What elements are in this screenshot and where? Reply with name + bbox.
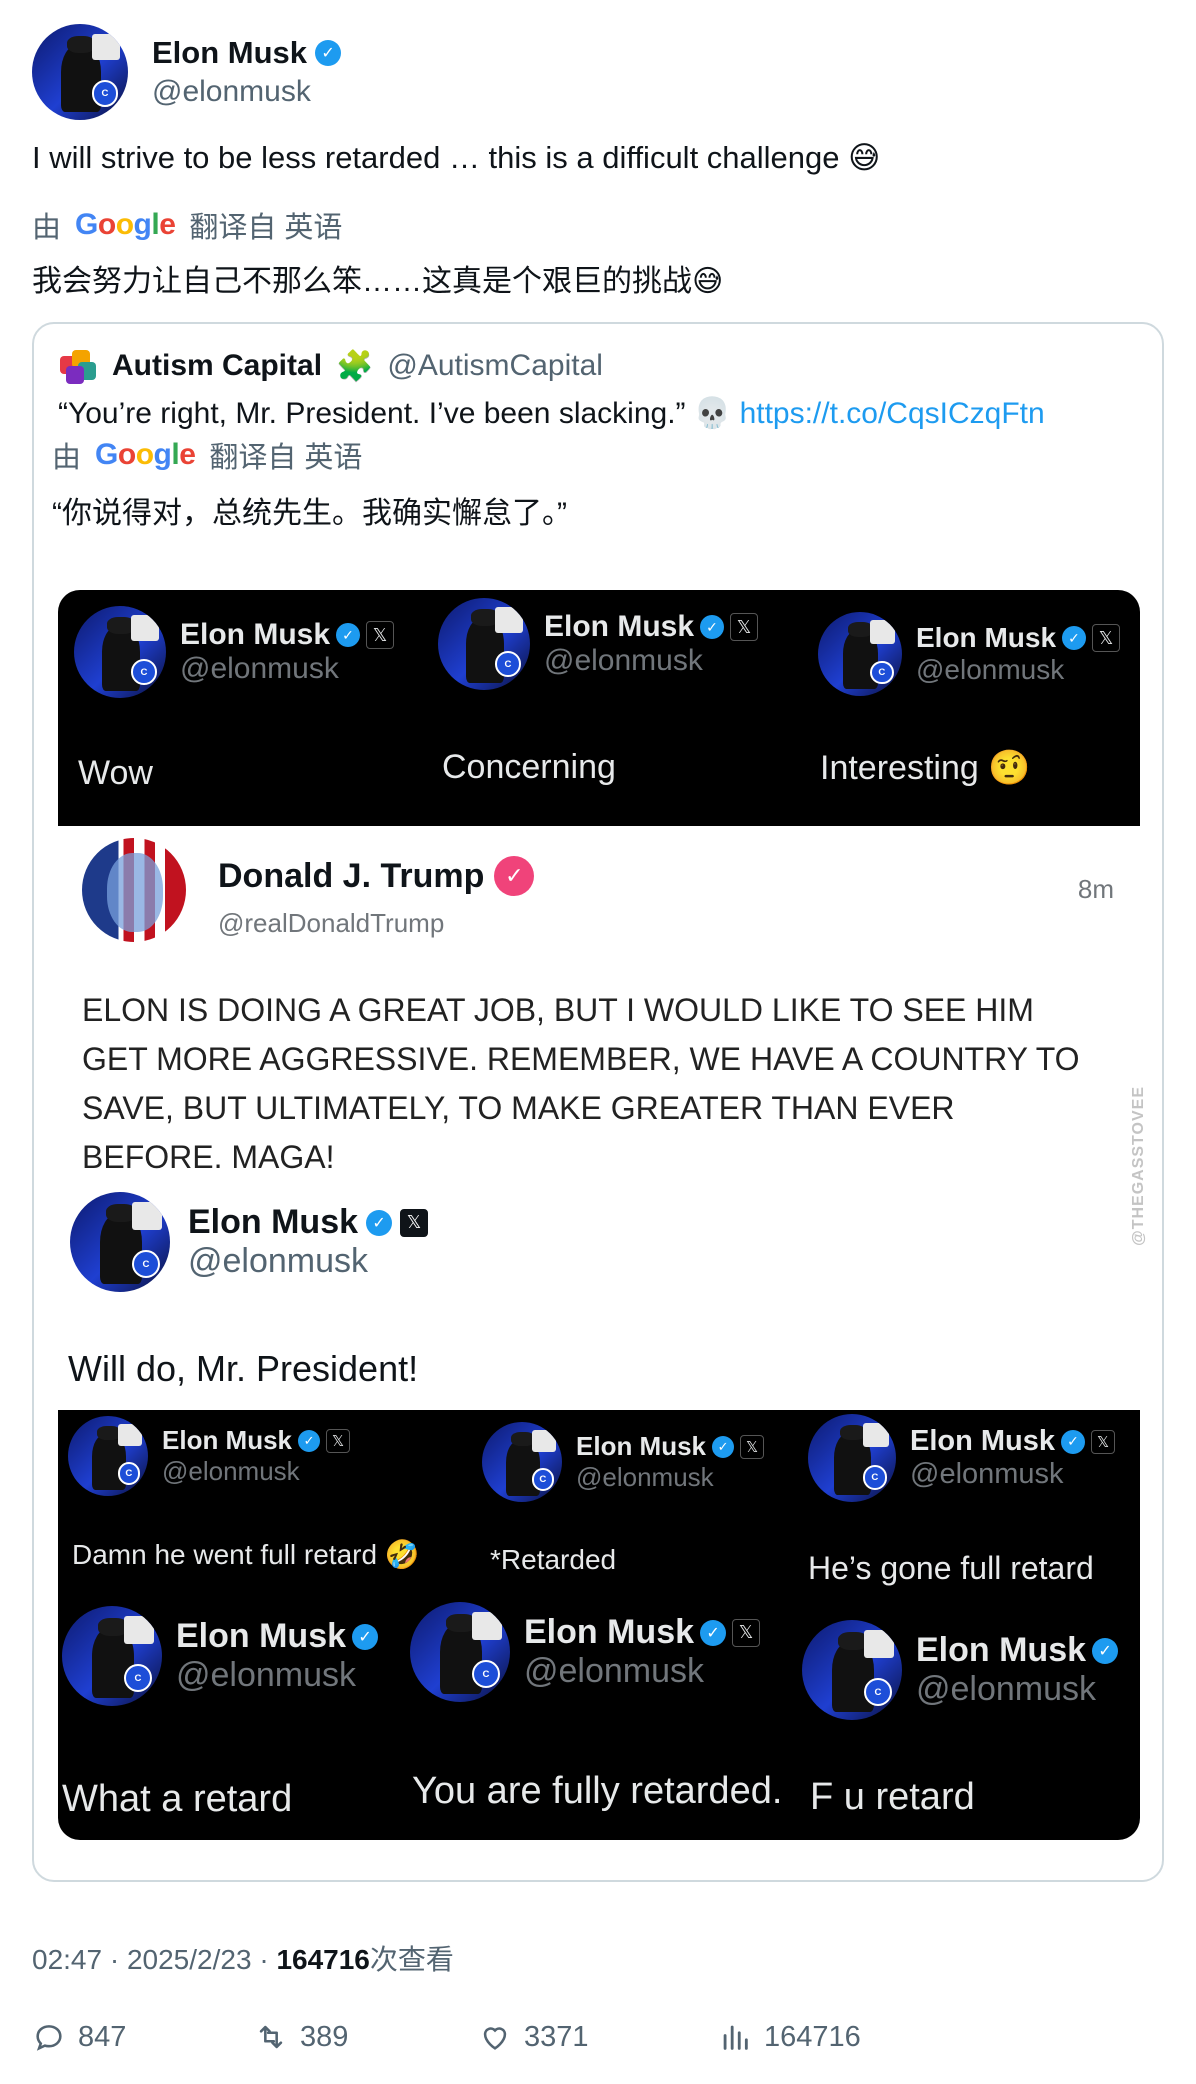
caption-text: *Retarded — [490, 1544, 617, 1575]
avatar: C — [802, 1620, 902, 1720]
avatar: C — [70, 1192, 170, 1292]
quote-link[interactable]: https://t.co/CqsICzqFtn — [740, 397, 1045, 430]
x-logo-icon: 𝕏 — [732, 1618, 761, 1647]
avatar: C — [482, 1422, 562, 1502]
reply-icon — [36, 2025, 62, 2051]
trump-timestamp: 8m — [1077, 874, 1114, 904]
reply-button[interactable]: 847 — [32, 2020, 254, 2054]
verified-badge-icon: ✓ — [315, 40, 342, 66]
verified-badge-icon: ✓ — [298, 1429, 321, 1452]
view-count: 164716 — [276, 1944, 370, 1975]
verified-badge-icon: ✓ — [336, 623, 361, 647]
caption-text: You are fully retarded. — [412, 1770, 783, 1812]
trump-name-row: Donald J. Trump ✓ — [218, 856, 535, 896]
avatar: C — [410, 1602, 510, 1702]
retweet-count: 389 — [300, 2020, 349, 2053]
quote-image-top[interactable]: C Elon Musk ✓ 𝕏 @elonmusk C Elon Musk ✓ 𝕏 @elo… — [58, 590, 1140, 826]
tweet-date[interactable]: 2025/2/23 — [127, 1944, 252, 1975]
x-logo-icon: 𝕏 — [326, 1428, 351, 1453]
caption-text: What a retard — [62, 1778, 293, 1820]
x-logo-icon: 𝕏 — [740, 1434, 765, 1459]
verified-badge-icon: ✓ — [700, 615, 725, 639]
mini-tweet: C Elon Musk ✓ 𝕏 @elonmusk — [818, 612, 1121, 696]
trump-handle: @realDonaldTrump — [218, 908, 445, 938]
avatar: C — [818, 612, 902, 696]
analytics-icon — [723, 2025, 748, 2050]
translated-text: 我会努力让自己不那么笨……这真是个艰巨的挑战😅 — [32, 265, 724, 298]
avatar: C — [68, 1416, 148, 1496]
caption-text: Damn he went full retard 🤣 — [72, 1539, 420, 1570]
autism-capital-avatar[interactable] — [58, 346, 98, 386]
quote-author-handle[interactable]: @AutismCapital — [387, 349, 603, 383]
mini-tweet: C Elon Musk ✓ 𝕏 @elonmusk — [68, 1416, 351, 1496]
x-logo-icon: 𝕏 — [400, 1208, 429, 1237]
verified-badge-icon: ✓ — [700, 1619, 727, 1646]
mini-tweet: C Elon Musk ✓ 𝕏 @elonmusk — [808, 1414, 1116, 1502]
avatar: C — [62, 1606, 162, 1706]
translation-attribution: 由 Google 翻译自 英语 — [32, 208, 343, 244]
like-button[interactable]: 3371 — [478, 2020, 718, 2054]
author-name-row[interactable]: Elon Musk ✓ — [152, 35, 342, 71]
verified-badge-icon: ✓ — [1062, 626, 1087, 650]
x-logo-icon: 𝕏 — [366, 621, 395, 649]
x-logo-icon: 𝕏 — [730, 613, 759, 641]
tweet-header: C Elon Musk ✓ @elonmusk — [32, 24, 342, 120]
author-avatar[interactable]: C — [32, 24, 128, 120]
trump-avatar — [82, 838, 186, 942]
retweet-icon — [259, 2025, 283, 2049]
reply-header: C Elon Musk ✓ 𝕏 @elonmusk — [70, 1192, 429, 1292]
views-count: 164716 — [764, 2020, 861, 2053]
reply-text: Will do, Mr. President! — [68, 1348, 419, 1389]
author-handle[interactable]: @elonmusk — [152, 75, 341, 109]
mini-tweet: C Elon Musk ✓ 𝕏 @elonmusk — [410, 1602, 761, 1702]
trump-post-text: ELON IS DOING A GREAT JOB, BUT I WOULD L… — [82, 992, 1080, 1175]
caption-text: F u retard — [810, 1776, 975, 1818]
verified-badge-icon: ✓ — [712, 1435, 735, 1458]
google-logo-icon: Google — [95, 438, 196, 471]
tweet-meta: 02:47 · 2025/2/23 · 164716次查看 — [32, 1944, 454, 1975]
caption-text: He’s gone full retard — [808, 1550, 1094, 1586]
verified-badge-icon: ✓ — [1061, 1429, 1086, 1454]
quote-image-bottom[interactable]: C Elon Musk ✓ 𝕏 @elonmusk C Elon Musk ✓ 𝕏 @elo… — [58, 1410, 1140, 1840]
mini-tweet: C Elon Musk ✓ @elonmusk — [62, 1606, 379, 1706]
mini-tweet: C Elon Musk ✓ 𝕏 @elonmusk — [74, 606, 395, 698]
watermark: @THEGASSTOVEE — [1130, 1086, 1147, 1246]
quoted-tweet-card[interactable]: Autism Capital 🧩 @AutismCapital “You’re … — [32, 322, 1164, 1882]
quote-translation-attribution: 由 Google 翻译自 英语 — [52, 438, 363, 474]
retweet-button[interactable]: 389 — [254, 2020, 478, 2054]
verified-badge-icon: ✓ — [1092, 1637, 1119, 1664]
quote-author-name[interactable]: Autism Capital — [112, 349, 322, 383]
avatar: C — [74, 606, 166, 698]
x-logo-icon: 𝕏 — [1092, 624, 1121, 652]
tweet-text: I will strive to be less retarded … this… — [32, 140, 881, 175]
avatar: C — [808, 1414, 896, 1502]
author-name[interactable]: Elon Musk — [152, 35, 307, 71]
views-button[interactable]: 164716 — [718, 2020, 861, 2054]
tweet-time[interactable]: 02:47 — [32, 1944, 102, 1975]
mini-tweet: C Elon Musk ✓ 𝕏 @elonmusk — [438, 598, 759, 690]
avatar: C — [438, 598, 530, 690]
quote-header: Autism Capital 🧩 @AutismCapital — [58, 346, 603, 386]
mini-tweet: C Elon Musk ✓ 𝕏 @elonmusk — [482, 1422, 765, 1502]
quote-text: “You’re right, Mr. President. I’ve been … — [58, 397, 1045, 430]
action-bar: 847 389 3371 164716 — [32, 2020, 1164, 2054]
mini-tweet: C Elon Musk ✓ @elonmusk — [802, 1620, 1119, 1720]
caption-text: Interesting 🤨 — [820, 749, 1031, 787]
like-count: 3371 — [524, 2020, 589, 2053]
caption-text: Wow — [78, 754, 153, 792]
x-logo-icon: 𝕏 — [1091, 1429, 1116, 1454]
verified-badge-icon: ✓ — [352, 1623, 379, 1650]
quote-image-middle[interactable]: Donald J. Trump ✓ @realDonaldTrump 8m EL… — [58, 826, 1147, 1410]
puzzle-icon: 🧩 — [336, 349, 374, 383]
caption-text: Concerning — [442, 748, 616, 786]
verified-badge-icon: ✓ — [366, 1209, 393, 1236]
heart-icon — [483, 2027, 507, 2050]
google-logo-icon: Google — [75, 208, 176, 241]
reply-count: 847 — [78, 2020, 127, 2053]
quote-translated-text: “你说得对，总统先生。我确实懈怠了。” — [52, 497, 567, 530]
verified-badge-icon: ✓ — [494, 856, 535, 896]
